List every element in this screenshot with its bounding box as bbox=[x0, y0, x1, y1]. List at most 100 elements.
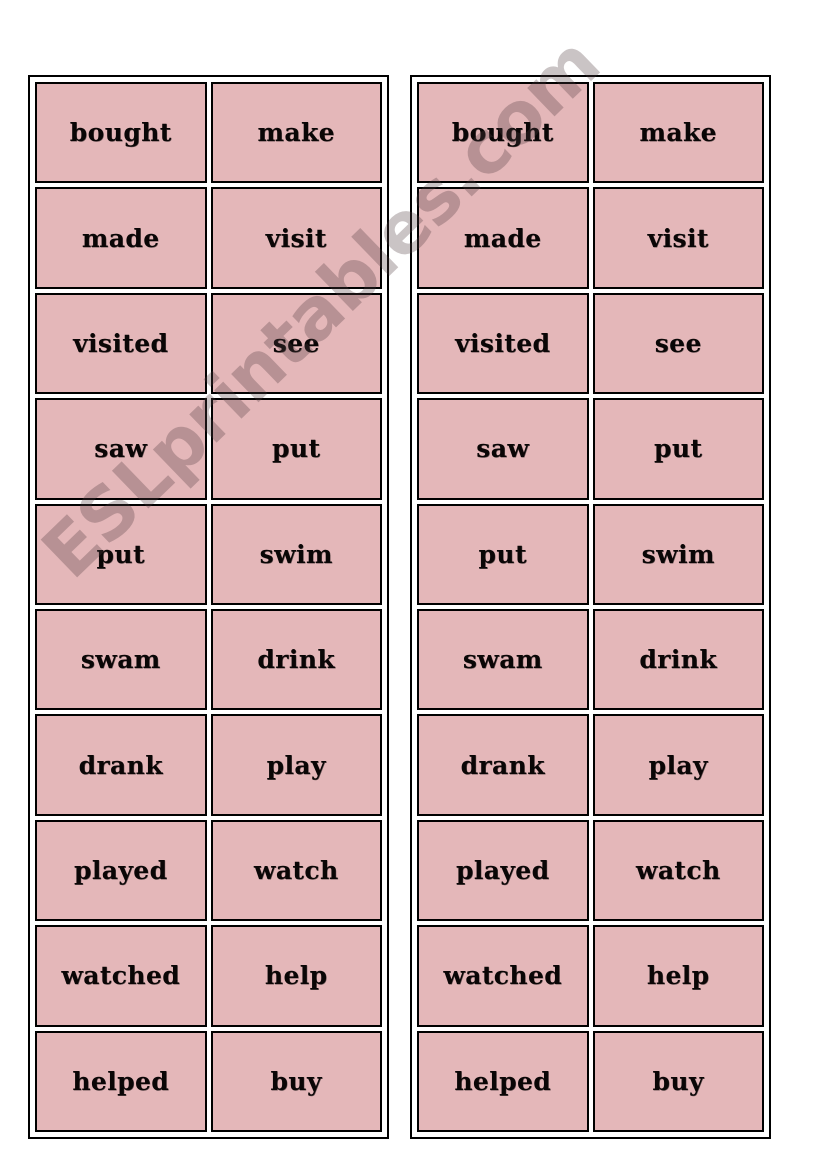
word-card[interactable]: make bbox=[592, 82, 764, 184]
table-row: saw put bbox=[33, 396, 384, 501]
card-word: put bbox=[96, 539, 145, 569]
word-card[interactable]: help bbox=[210, 925, 382, 1027]
card-word: visited bbox=[455, 328, 551, 358]
card-word: drink bbox=[639, 645, 718, 675]
card-word: watch bbox=[635, 855, 721, 885]
card-word: swim bbox=[641, 539, 715, 569]
word-card[interactable]: put bbox=[417, 503, 589, 605]
card-word: drank bbox=[460, 750, 545, 780]
word-card[interactable]: drink bbox=[210, 608, 382, 711]
card-word: see bbox=[272, 328, 320, 358]
word-card[interactable]: buy bbox=[592, 1030, 764, 1132]
table-row: visited see bbox=[415, 291, 766, 396]
word-card[interactable]: saw bbox=[35, 398, 207, 500]
card-word: make bbox=[257, 118, 335, 148]
card-word: swim bbox=[259, 539, 333, 569]
card-word: helped bbox=[72, 1066, 170, 1096]
word-card[interactable]: watch bbox=[592, 819, 764, 922]
word-card[interactable]: help bbox=[592, 925, 764, 1027]
word-card[interactable]: play bbox=[210, 714, 382, 816]
table-row: made visit bbox=[415, 185, 766, 290]
word-card[interactable]: saw bbox=[417, 398, 589, 500]
card-word: bought bbox=[69, 118, 172, 148]
word-card[interactable]: watch bbox=[210, 819, 382, 922]
table-row: drank play bbox=[33, 712, 384, 817]
word-card[interactable]: watched bbox=[35, 925, 207, 1027]
table-row: watched help bbox=[33, 923, 384, 1028]
word-card[interactable]: put bbox=[35, 503, 207, 605]
table-row: swam drink bbox=[33, 607, 384, 712]
word-card[interactable]: played bbox=[417, 819, 589, 922]
table-row: saw put bbox=[415, 396, 766, 501]
card-word: helped bbox=[454, 1066, 552, 1096]
word-card[interactable]: visited bbox=[35, 292, 207, 395]
card-word: buy bbox=[270, 1066, 322, 1096]
word-card[interactable]: buy bbox=[210, 1030, 382, 1132]
card-word: play bbox=[648, 750, 708, 780]
table-row: put swim bbox=[33, 502, 384, 607]
word-card[interactable]: drank bbox=[417, 714, 589, 816]
word-card[interactable]: put bbox=[592, 398, 764, 500]
word-card[interactable]: put bbox=[210, 398, 382, 500]
card-word: saw bbox=[476, 434, 530, 464]
word-card[interactable]: visit bbox=[592, 187, 764, 289]
word-card[interactable]: play bbox=[592, 714, 764, 816]
table-row: helped buy bbox=[33, 1029, 384, 1134]
card-word: see bbox=[654, 328, 702, 358]
right-card-table: bought make made visit visited see saw p… bbox=[410, 75, 771, 1139]
word-card[interactable]: bought bbox=[417, 82, 589, 184]
table-row: played watch bbox=[415, 818, 766, 923]
table-row: played watch bbox=[33, 818, 384, 923]
word-card[interactable]: drank bbox=[35, 714, 207, 816]
card-word: played bbox=[74, 855, 168, 885]
word-card[interactable]: see bbox=[592, 292, 764, 395]
card-word: make bbox=[639, 118, 717, 148]
word-card[interactable]: visit bbox=[210, 187, 382, 289]
left-card-table: bought make made visit visited see saw p… bbox=[28, 75, 389, 1139]
card-word: played bbox=[456, 855, 550, 885]
word-card[interactable]: make bbox=[210, 82, 382, 184]
card-word: drank bbox=[78, 750, 163, 780]
word-card[interactable]: swim bbox=[592, 503, 764, 605]
word-card[interactable]: made bbox=[417, 187, 589, 289]
word-card[interactable]: helped bbox=[35, 1030, 207, 1132]
card-word: visit bbox=[647, 223, 709, 253]
card-word: play bbox=[266, 750, 326, 780]
card-word: watched bbox=[443, 961, 563, 991]
card-word: put bbox=[272, 434, 321, 464]
table-row: swam drink bbox=[415, 607, 766, 712]
card-word: made bbox=[81, 223, 160, 253]
card-word: put bbox=[478, 539, 527, 569]
word-card[interactable]: swim bbox=[210, 503, 382, 605]
card-word: watch bbox=[253, 855, 339, 885]
table-row: made visit bbox=[33, 185, 384, 290]
word-card[interactable]: played bbox=[35, 819, 207, 922]
card-word: put bbox=[654, 434, 703, 464]
card-word: watched bbox=[61, 961, 181, 991]
card-word: visited bbox=[73, 328, 169, 358]
card-word: help bbox=[646, 961, 710, 991]
table-row: helped buy bbox=[415, 1029, 766, 1134]
table-row: bought make bbox=[33, 80, 384, 185]
word-card[interactable]: swam bbox=[417, 608, 589, 711]
table-row: visited see bbox=[33, 291, 384, 396]
card-word: swam bbox=[462, 645, 543, 675]
word-card[interactable]: watched bbox=[417, 925, 589, 1027]
card-word: saw bbox=[94, 434, 148, 464]
word-card[interactable]: made bbox=[35, 187, 207, 289]
word-card[interactable]: see bbox=[210, 292, 382, 395]
card-word: swam bbox=[80, 645, 161, 675]
card-word: help bbox=[264, 961, 328, 991]
word-card[interactable]: swam bbox=[35, 608, 207, 711]
card-word: made bbox=[463, 223, 542, 253]
table-row: put swim bbox=[415, 502, 766, 607]
card-word: drink bbox=[257, 645, 336, 675]
word-card[interactable]: drink bbox=[592, 608, 764, 711]
card-word: visit bbox=[265, 223, 327, 253]
word-card[interactable]: bought bbox=[35, 82, 207, 184]
word-card[interactable]: helped bbox=[417, 1030, 589, 1132]
table-row: watched help bbox=[415, 923, 766, 1028]
word-card[interactable]: visited bbox=[417, 292, 589, 395]
card-word: buy bbox=[652, 1066, 704, 1096]
worksheet-page: bought make made visit visited see saw p… bbox=[0, 0, 826, 1169]
